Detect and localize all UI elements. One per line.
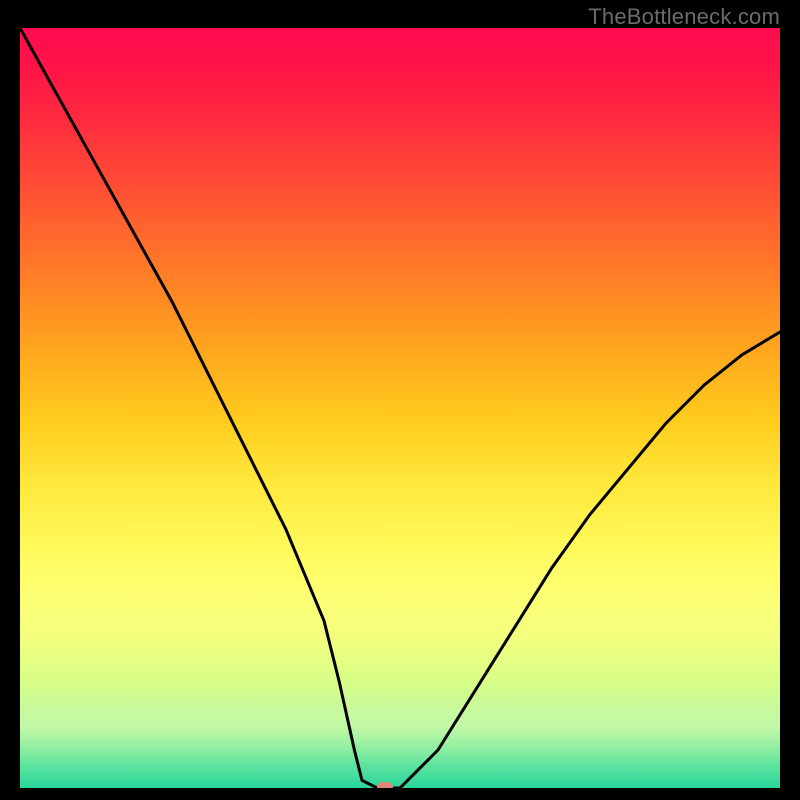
plot-area bbox=[20, 28, 780, 788]
bottleneck-curve bbox=[20, 28, 780, 788]
optimum-marker bbox=[377, 782, 393, 788]
watermark-text: TheBottleneck.com bbox=[588, 4, 780, 30]
curve-svg bbox=[20, 28, 780, 788]
chart-frame: TheBottleneck.com bbox=[0, 0, 800, 800]
